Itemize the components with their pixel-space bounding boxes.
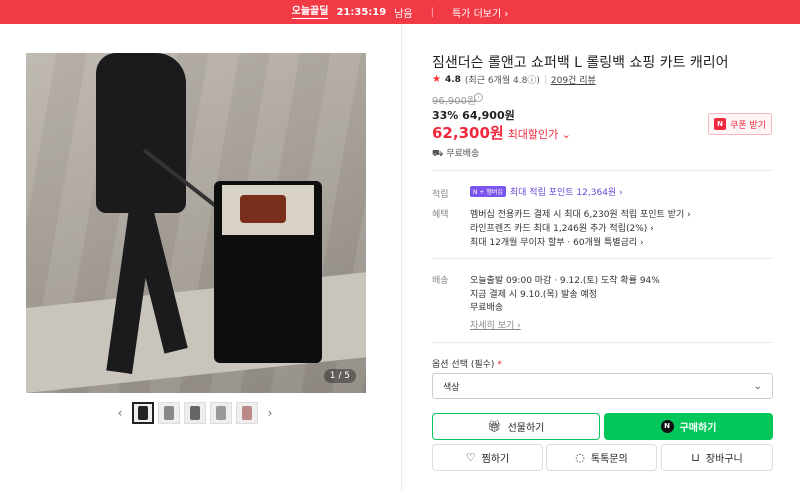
talk-label: 톡톡문의 [590, 454, 628, 465]
deal-timer: 21:35:19 [336, 6, 387, 18]
shipping-free: ⛟ 무료배송 [432, 146, 479, 160]
deal-brand: 오늘끝딜 [291, 5, 329, 19]
divider: | [430, 6, 434, 18]
thumbnail-4[interactable] [210, 402, 232, 424]
option-select[interactable]: 색상 ⌄ [432, 373, 773, 399]
points-row[interactable]: N + 멤버십 최대 적립 포인트 12,364원 › [470, 185, 623, 198]
benefit-line-3[interactable]: 최대 12개월 무이자 할부 · 60개월 특별금리 › [470, 235, 644, 248]
delivery-label: 배송 [432, 276, 449, 286]
thumbnail-1[interactable] [132, 402, 154, 424]
coupon-label: 쿠폰 받기 [730, 120, 766, 131]
review-link[interactable]: 209건 리뷰 [551, 73, 596, 86]
thumbnail-2[interactable] [158, 402, 180, 424]
original-price: 96,900원 [432, 96, 477, 107]
thumbnail-3[interactable] [184, 402, 206, 424]
star-icon: ★ [432, 74, 441, 85]
option-selected: 색상 [443, 382, 460, 393]
talk-button[interactable]: ◌ 톡톡문의 [546, 444, 657, 471]
gift-button[interactable]: 🎁︎ 선물하기 [432, 413, 600, 440]
divider: | [543, 74, 547, 85]
chevron-down-icon: ⌄ [753, 380, 762, 392]
shipping-free-label: 무료배송 [446, 149, 480, 159]
buy-button[interactable]: N 구매하기 [604, 413, 773, 440]
deal-banner: 오늘끝딜 21:35:19 남음 | 특가 더보기 › [0, 0, 800, 24]
chevron-right-icon[interactable]: › [262, 406, 278, 420]
divider [432, 170, 773, 171]
option-label-text: 옵션 선택 (필수) [432, 360, 495, 370]
benefits-label: 혜택 [432, 210, 449, 220]
membership-badge: N + 멤버십 [470, 186, 506, 197]
divider [432, 342, 773, 343]
delivery-more-link[interactable]: 자세히 보기 › [470, 318, 521, 331]
points-text: 최대 적립 포인트 12,364원 › [509, 188, 623, 198]
deal-more-link[interactable]: 특가 더보기 › [452, 5, 508, 20]
naver-n-icon: N [660, 420, 674, 433]
shopping-bag-icon: ⊔ [691, 451, 700, 464]
required-mark: * [497, 360, 502, 370]
product-main-image[interactable]: 1 / 5 [26, 53, 366, 393]
image-counter: 1 / 5 [323, 369, 356, 383]
truck-icon: ⛟ [432, 149, 447, 159]
rating-row: ★ 4.8 (최근 6개월 4.8ⓘ) | 209건 리뷰 [432, 73, 596, 86]
deal-timer-suffix: 남음 [394, 8, 413, 20]
cart-button[interactable]: ⊔ 장바구니 [661, 444, 773, 471]
gift-label: 선물하기 [507, 423, 545, 434]
option-label: 옵션 선택 (필수) * [432, 357, 502, 370]
gift-icon: 🎁︎ [487, 420, 502, 433]
thumbnail-strip: ‹ › [112, 402, 278, 424]
delivery-line-2: 지금 결제 시 9.10.(목) 발송 예정 [470, 290, 598, 300]
rating-score: 4.8 [444, 74, 461, 85]
cart-label: 장바구니 [705, 454, 743, 465]
coupon-button[interactable]: N 쿠폰 받기 [708, 113, 772, 135]
column-divider [401, 24, 402, 491]
product-title: 짐샌더슨 롤앤고 쇼퍼백 L 롤링백 쇼핑 카트 캐리어 [432, 55, 729, 71]
benefit-line-2[interactable]: 라인프렌즈 카드 최대 1,246원 추가 적립(2%) › [470, 221, 654, 234]
discount-price: 33% 64,900원 [432, 109, 515, 122]
rating-detail: (최근 6개월 4.8ⓘ) [464, 76, 540, 86]
delivery-line-3: 무료배송 [470, 303, 504, 313]
info-icon[interactable]: i [474, 93, 483, 102]
chevron-left-icon[interactable]: ‹ [112, 406, 128, 420]
heart-icon: ♡ [465, 451, 476, 464]
delivery-line-1: 오늘출발 09:00 마감 · 9.12.(토) 도착 확률 94% [470, 276, 660, 286]
buy-label: 구매하기 [679, 423, 717, 434]
final-price: 62,300원 [432, 124, 504, 142]
chat-icon: ◌ [575, 451, 585, 464]
thumbnail-5[interactable] [236, 402, 258, 424]
final-price-row: 62,300원 최대할인가 ⌄ [432, 122, 571, 143]
trolley-cart [214, 181, 322, 363]
divider [432, 258, 773, 259]
wish-button[interactable]: ♡ 찜하기 [432, 444, 543, 471]
benefit-line-1[interactable]: 멤버십 전용카드 결제 시 최대 6,230원 적립 포인트 받기 › [470, 207, 691, 220]
points-label: 적립 [432, 190, 449, 200]
wish-label: 찜하기 [481, 454, 510, 465]
final-price-label[interactable]: 최대할인가 ⌄ [508, 128, 571, 141]
naver-n-icon: N [714, 118, 726, 130]
